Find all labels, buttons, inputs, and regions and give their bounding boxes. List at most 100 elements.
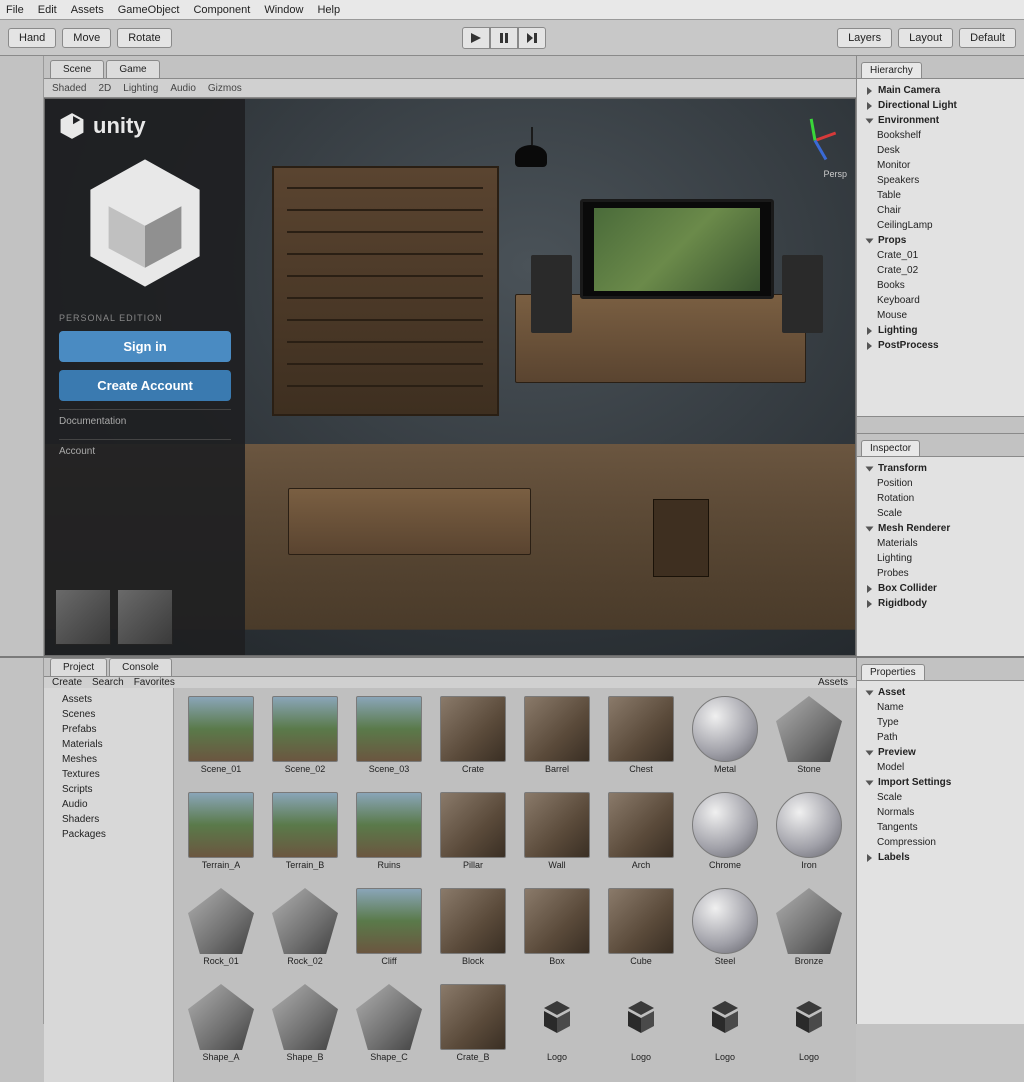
- menu-item-window[interactable]: Window: [264, 4, 303, 16]
- hierarchy-item[interactable]: Desk: [863, 143, 1018, 158]
- hierarchy-item[interactable]: Main Camera: [863, 83, 1018, 98]
- pause-button[interactable]: [490, 27, 518, 49]
- inspector-item[interactable]: Lighting: [863, 551, 1018, 566]
- inspector-item[interactable]: Mesh Renderer: [863, 521, 1018, 536]
- hierarchy-item[interactable]: PostProcess: [863, 338, 1018, 353]
- menu-item-assets[interactable]: Assets: [71, 4, 104, 16]
- disclosure-triangle-icon[interactable]: [866, 690, 874, 695]
- properties-item[interactable]: Asset: [863, 685, 1018, 700]
- disclosure-triangle-icon[interactable]: [866, 526, 874, 531]
- tab-properties[interactable]: Properties: [861, 664, 925, 680]
- asset-item[interactable]: Shape_B: [266, 984, 344, 1074]
- sign-in-button[interactable]: Sign in: [59, 331, 231, 362]
- properties-item[interactable]: Path: [863, 730, 1018, 745]
- menu-item-file[interactable]: File: [6, 4, 24, 16]
- disclosure-triangle-icon[interactable]: [867, 102, 872, 110]
- hierarchy-item[interactable]: Environment: [863, 113, 1018, 128]
- folder-item[interactable]: Scenes: [48, 707, 169, 722]
- toolbar-layers[interactable]: Layers: [837, 28, 892, 48]
- asset-item[interactable]: Shape_C: [350, 984, 428, 1074]
- hierarchy-item[interactable]: Directional Light: [863, 98, 1018, 113]
- properties-item[interactable]: Normals: [863, 805, 1018, 820]
- hierarchy-item[interactable]: Lighting: [863, 323, 1018, 338]
- asset-item[interactable]: Pillar: [434, 792, 512, 882]
- project-toolbar-favorites[interactable]: Favorites: [134, 677, 175, 688]
- asset-item[interactable]: Block: [434, 888, 512, 978]
- properties-item[interactable]: Compression: [863, 835, 1018, 850]
- toolbar-default[interactable]: Default: [959, 28, 1016, 48]
- properties-item[interactable]: Model: [863, 760, 1018, 775]
- project-toolbar-search[interactable]: Search: [92, 677, 124, 688]
- asset-item[interactable]: Stone: [770, 696, 848, 786]
- menu-item-edit[interactable]: Edit: [38, 4, 57, 16]
- asset-item[interactable]: Rock_02: [266, 888, 344, 978]
- asset-item[interactable]: Logo: [770, 984, 848, 1074]
- create-account-button[interactable]: Create Account: [59, 370, 231, 401]
- hierarchy-item[interactable]: Mouse: [863, 308, 1018, 323]
- disclosure-triangle-icon[interactable]: [866, 780, 874, 785]
- scene-toolbar-gizmos[interactable]: Gizmos: [208, 83, 242, 94]
- disclosure-triangle-icon[interactable]: [867, 600, 872, 608]
- folder-item[interactable]: Assets: [48, 692, 169, 707]
- disclosure-triangle-icon[interactable]: [867, 87, 872, 95]
- asset-item[interactable]: Logo: [518, 984, 596, 1074]
- folder-item[interactable]: Scripts: [48, 782, 169, 797]
- asset-item[interactable]: Crate_B: [434, 984, 512, 1074]
- asset-item[interactable]: Terrain_A: [182, 792, 260, 882]
- asset-item[interactable]: Arch: [602, 792, 680, 882]
- asset-item[interactable]: Shape_A: [182, 984, 260, 1074]
- properties-item[interactable]: Type: [863, 715, 1018, 730]
- properties-item[interactable]: Tangents: [863, 820, 1018, 835]
- asset-item[interactable]: Ruins: [350, 792, 428, 882]
- hierarchy-item[interactable]: Crate_02: [863, 263, 1018, 278]
- asset-item[interactable]: Logo: [686, 984, 764, 1074]
- folder-item[interactable]: Meshes: [48, 752, 169, 767]
- asset-item[interactable]: Box: [518, 888, 596, 978]
- asset-item[interactable]: Metal: [686, 696, 764, 786]
- hierarchy-item[interactable]: Books: [863, 278, 1018, 293]
- menu-item-gameobject[interactable]: GameObject: [118, 4, 180, 16]
- inspector-item[interactable]: Materials: [863, 536, 1018, 551]
- hierarchy-item[interactable]: Chair: [863, 203, 1018, 218]
- folder-item[interactable]: Textures: [48, 767, 169, 782]
- properties-item[interactable]: Preview: [863, 745, 1018, 760]
- disclosure-triangle-icon[interactable]: [867, 854, 872, 862]
- inspector-item[interactable]: Scale: [863, 506, 1018, 521]
- tool-rotate[interactable]: Rotate: [117, 28, 171, 48]
- asset-item[interactable]: Steel: [686, 888, 764, 978]
- play-button[interactable]: [462, 27, 490, 49]
- project-toolbar-create[interactable]: Create: [52, 677, 82, 688]
- asset-item[interactable]: Scene_01: [182, 696, 260, 786]
- hierarchy-item[interactable]: Crate_01: [863, 248, 1018, 263]
- tab-hierarchy[interactable]: Hierarchy: [861, 62, 922, 78]
- properties-item[interactable]: Labels: [863, 850, 1018, 865]
- scene-viewport[interactable]: unity PERSONAL EDITION Sign in Create Ac…: [44, 98, 856, 656]
- folder-item[interactable]: Shaders: [48, 812, 169, 827]
- asset-item[interactable]: Scene_03: [350, 696, 428, 786]
- inspector-item[interactable]: Rotation: [863, 491, 1018, 506]
- asset-item[interactable]: Wall: [518, 792, 596, 882]
- tool-move[interactable]: Move: [62, 28, 111, 48]
- asset-item[interactable]: Cube: [602, 888, 680, 978]
- hierarchy-item[interactable]: Props: [863, 233, 1018, 248]
- disclosure-triangle-icon[interactable]: [867, 327, 872, 335]
- asset-item[interactable]: Chrome: [686, 792, 764, 882]
- disclosure-triangle-icon[interactable]: [866, 118, 874, 123]
- scene-toolbar-2d[interactable]: 2D: [98, 83, 111, 94]
- tab-inspector[interactable]: Inspector: [861, 440, 920, 456]
- asset-item[interactable]: Logo: [602, 984, 680, 1074]
- overlay-link-account[interactable]: Account: [59, 439, 231, 463]
- project-tab-project[interactable]: Project: [50, 658, 107, 676]
- inspector-item[interactable]: Box Collider: [863, 581, 1018, 596]
- asset-item[interactable]: Chest: [602, 696, 680, 786]
- disclosure-triangle-icon[interactable]: [867, 342, 872, 350]
- inspector-item[interactable]: Transform: [863, 461, 1018, 476]
- hierarchy-item[interactable]: Monitor: [863, 158, 1018, 173]
- asset-item[interactable]: Barrel: [518, 696, 596, 786]
- project-tab-console[interactable]: Console: [109, 658, 172, 676]
- inspector-item[interactable]: Position: [863, 476, 1018, 491]
- disclosure-triangle-icon[interactable]: [866, 238, 874, 243]
- hierarchy-item[interactable]: Speakers: [863, 173, 1018, 188]
- menu-item-help[interactable]: Help: [317, 4, 340, 16]
- scene-tab-game[interactable]: Game: [106, 60, 159, 78]
